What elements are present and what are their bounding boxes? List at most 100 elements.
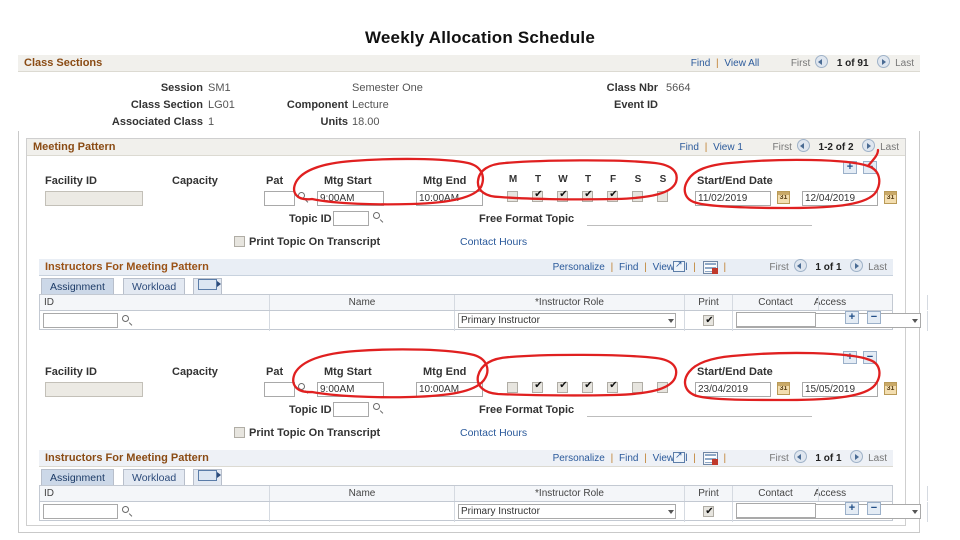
topic-id-lookup-icon-2[interactable] [373,403,385,415]
instr-last-link-2[interactable]: Last [868,453,887,464]
remove-meeting-pattern-button-1[interactable]: − [863,161,877,174]
mp-view-link[interactable]: View 1 [713,142,743,153]
last-link[interactable]: Last [895,58,914,69]
instructor-id-lookup-icon-1[interactable] [122,315,134,327]
mp-find-link[interactable]: Find [679,142,698,153]
start-date-calendar-icon-2[interactable]: 31 [777,382,790,395]
day-checkbox-tue-2[interactable] [532,380,544,393]
remove-meeting-pattern-button-2[interactable]: − [863,351,877,364]
day-checkbox-fri-2[interactable] [607,380,619,393]
previous-page-icon[interactable] [815,55,829,68]
instr-last-link-1[interactable]: Last [868,262,887,273]
day-checkbox-fri-1[interactable] [607,189,619,202]
tab-show-all-columns-1[interactable] [193,278,222,294]
end-date-input-1[interactable]: 12/04/2019 [802,191,878,206]
previous-page-icon[interactable] [793,450,807,463]
day-checkbox-thu-2[interactable] [582,380,594,393]
contact-hours-link-2[interactable]: Contact Hours [460,427,527,439]
personalize-link-1[interactable]: Personalize [553,262,605,273]
download-grid-icon-2[interactable] [703,452,718,465]
end-date-calendar-icon-1[interactable]: 31 [884,191,897,204]
download-grid-icon-1[interactable] [703,261,718,274]
mp-last-link[interactable]: Last [880,142,899,153]
tab-assignment-1[interactable]: Assignment [41,278,114,294]
personalize-link-2[interactable]: Personalize [553,453,605,464]
pat-lookup-icon-1[interactable] [298,192,310,204]
previous-page-icon[interactable] [793,259,807,272]
next-page-icon[interactable] [877,55,891,68]
contact-hours-link-1[interactable]: Contact Hours [460,236,527,248]
start-date-input-1[interactable]: 11/02/2019 [695,191,771,206]
instructor-id-input-1[interactable] [43,313,118,328]
add-instructor-button-2[interactable]: + [845,502,859,515]
free-format-topic-label-1: Free Format Topic [479,213,575,225]
day-checkbox-tue-1[interactable] [532,189,544,202]
day-checkbox-sat-1[interactable] [632,191,643,202]
tab-workload-1[interactable]: Workload [123,278,186,294]
mtg-start-input-1[interactable]: 9:00AM [317,191,384,206]
pat-input-1[interactable] [264,191,295,206]
contact-input-1[interactable] [736,312,816,327]
instr-first-link-1[interactable]: First [769,262,788,273]
day-checkbox-wed-1[interactable] [557,189,569,202]
pat-lookup-icon-2[interactable] [298,383,310,395]
next-page-icon[interactable] [850,259,864,272]
add-meeting-pattern-button-2[interactable]: + [843,351,857,364]
print-checkbox-2[interactable] [703,504,715,520]
print-checkbox-1[interactable] [703,313,715,329]
new-window-icon-2[interactable] [673,450,685,463]
mp-first-link[interactable]: First [773,142,792,153]
day-checkbox-sun-1[interactable] [657,191,668,202]
facility-id-label-1: Facility ID [45,175,97,187]
instr-first-link-2[interactable]: First [769,453,788,464]
new-window-icon-1[interactable] [673,259,685,272]
instr-find-link-2[interactable]: Find [619,453,638,464]
end-date-input-2[interactable]: 15/05/2019 [802,382,878,397]
start-date-calendar-icon-1[interactable]: 31 [777,191,790,204]
day-checkbox-mon-2[interactable] [507,382,518,393]
instr-row-count-2: 1 of 1 [815,453,842,464]
next-page-icon[interactable] [862,139,876,152]
mtg-end-input-2[interactable]: 10:00AM [416,382,483,397]
day-label-wed-1: W [558,174,568,185]
start-date-input-2[interactable]: 23/04/2019 [695,382,771,397]
tab-workload-2[interactable]: Workload [123,469,186,485]
free-format-topic-label-2: Free Format Topic [479,404,575,416]
facility-id-input-2[interactable] [45,382,143,397]
tab-show-all-columns-2[interactable] [193,469,222,485]
print-topic-checkbox-1[interactable] [234,236,245,247]
add-meeting-pattern-button-1[interactable]: + [843,161,857,174]
topic-id-lookup-icon-1[interactable] [373,212,385,224]
print-topic-checkbox-2[interactable] [234,427,245,438]
instructor-role-select-1[interactable]: Primary Instructor [458,313,676,328]
instructor-role-select-2[interactable]: Primary Instructor [458,504,676,519]
find-link[interactable]: Find [691,58,710,69]
first-link[interactable]: First [791,58,810,69]
instructor-id-lookup-icon-2[interactable] [122,506,134,518]
topic-id-input-2[interactable] [333,402,369,417]
mtg-start-input-2[interactable]: 9:00AM [317,382,384,397]
facility-id-input-1[interactable] [45,191,143,206]
cell-id-1 [40,311,270,331]
instructor-id-input-2[interactable] [43,504,118,519]
end-date-calendar-icon-2[interactable]: 31 [884,382,897,395]
add-instructor-button-1[interactable]: + [845,311,859,324]
view-all-link[interactable]: View All [724,58,759,69]
mtg-end-input-1[interactable]: 10:00AM [416,191,483,206]
instructors-title-2: Instructors For Meeting Pattern [45,452,209,464]
day-checkbox-sat-2[interactable] [632,382,643,393]
topic-id-input-1[interactable] [333,211,369,226]
day-checkbox-sun-2[interactable] [657,382,668,393]
remove-instructor-button-2[interactable]: − [867,502,881,515]
previous-page-icon[interactable] [796,139,810,152]
remove-instructor-button-1[interactable]: − [867,311,881,324]
contact-input-2[interactable] [736,503,816,518]
cell-name-1 [270,311,455,331]
day-checkbox-wed-2[interactable] [557,380,569,393]
day-checkbox-thu-1[interactable] [582,189,594,202]
next-page-icon[interactable] [850,450,864,463]
pat-input-2[interactable] [264,382,295,397]
tab-assignment-2[interactable]: Assignment [41,469,114,485]
day-checkbox-mon-1[interactable] [507,191,518,202]
instr-find-link-1[interactable]: Find [619,262,638,273]
